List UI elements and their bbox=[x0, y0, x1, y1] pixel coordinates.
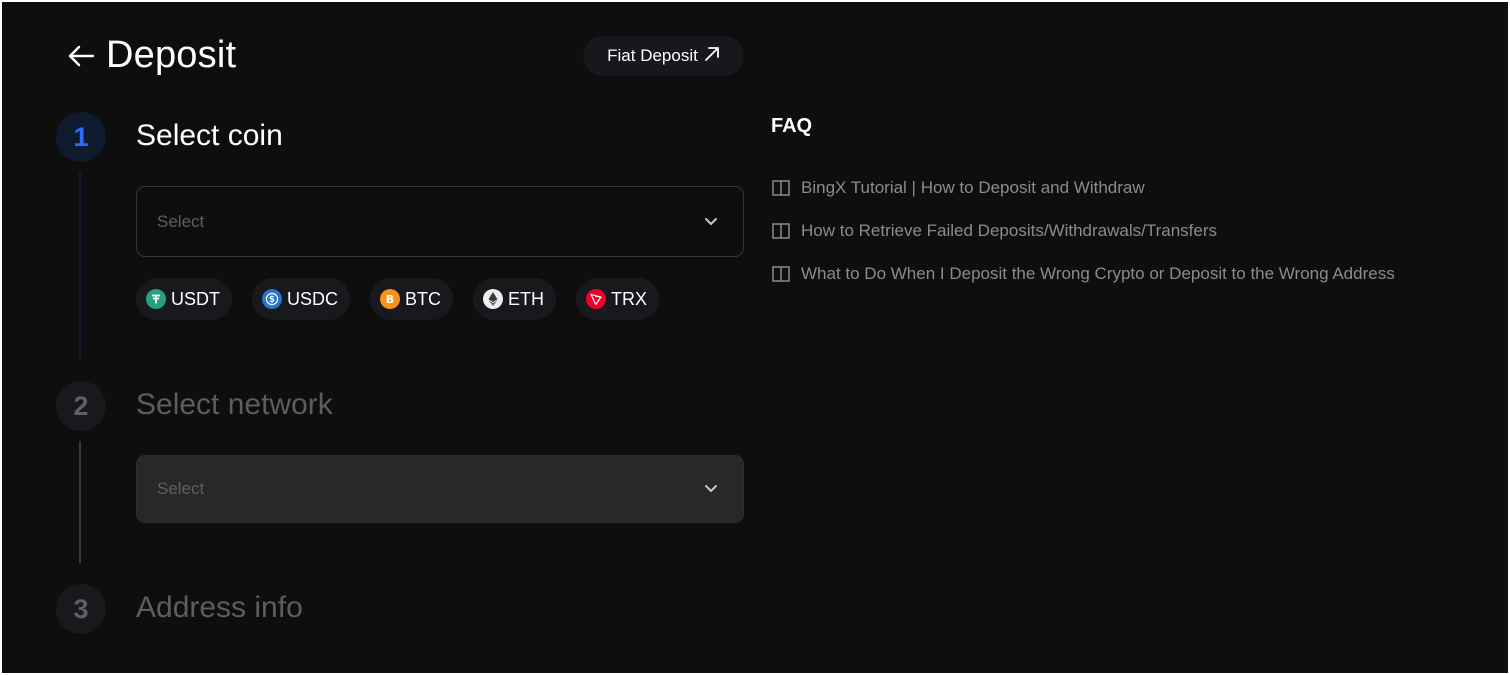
faq-item-label: What to Do When I Deposit the Wrong Cryp… bbox=[801, 263, 1395, 283]
step-3-title: Address info bbox=[136, 591, 303, 624]
book-icon bbox=[771, 221, 791, 241]
coin-symbol: BTC bbox=[405, 288, 442, 309]
coin-chip-usdt[interactable]: USDT bbox=[136, 278, 232, 320]
usd-coin-icon: $ bbox=[262, 289, 282, 309]
coin-chip-btc[interactable]: B BTC bbox=[370, 278, 454, 320]
step-1-connector bbox=[79, 172, 81, 360]
network-select[interactable]: Select bbox=[136, 455, 744, 523]
faq-item[interactable]: What to Do When I Deposit the Wrong Cryp… bbox=[771, 252, 1395, 295]
faq-item[interactable]: BingX Tutorial | How to Deposit and With… bbox=[771, 166, 1395, 209]
coin-select[interactable]: Select bbox=[136, 186, 744, 257]
faq-item-label: How to Retrieve Failed Deposits/Withdraw… bbox=[801, 220, 1218, 240]
fiat-deposit-button[interactable]: Fiat Deposit bbox=[583, 36, 744, 76]
svg-text:B: B bbox=[386, 293, 394, 306]
coin-select-placeholder: Select bbox=[157, 211, 205, 231]
deposit-page: Deposit Fiat Deposit 1 Select coin Selec… bbox=[2, 2, 1508, 673]
faq-item[interactable]: How to Retrieve Failed Deposits/Withdraw… bbox=[771, 209, 1395, 252]
arrow-up-right-icon bbox=[704, 46, 720, 67]
book-icon bbox=[771, 264, 791, 284]
step-2-connector bbox=[79, 441, 81, 563]
faq-item-label: BingX Tutorial | How to Deposit and With… bbox=[801, 177, 1145, 197]
faq-title: FAQ bbox=[771, 115, 813, 137]
arrow-left-icon[interactable] bbox=[66, 41, 96, 71]
fiat-deposit-label: Fiat Deposit bbox=[607, 46, 698, 65]
step-1-indicator: 1 bbox=[56, 112, 106, 162]
network-select-placeholder: Select bbox=[157, 479, 205, 498]
coin-chip-usdc[interactable]: $ USDC bbox=[252, 278, 351, 320]
faq-list: BingX Tutorial | How to Deposit and With… bbox=[771, 166, 1395, 295]
bitcoin-icon: B bbox=[380, 289, 401, 309]
page-title: Deposit bbox=[106, 34, 237, 76]
quick-coin-list: USDT $ USDC B BTC ETH TRX bbox=[136, 278, 660, 320]
step-2-indicator: 2 bbox=[56, 381, 106, 431]
svg-text:$: $ bbox=[269, 295, 275, 305]
chevron-down-icon bbox=[699, 210, 723, 234]
coin-symbol: TRX bbox=[611, 288, 648, 309]
chevron-down-icon bbox=[699, 477, 723, 501]
step-3-indicator: 3 bbox=[56, 584, 106, 634]
coin-symbol: ETH bbox=[508, 288, 545, 309]
book-icon bbox=[771, 178, 791, 198]
step-1-title: Select coin bbox=[136, 119, 283, 152]
coin-chip-eth[interactable]: ETH bbox=[473, 278, 557, 320]
coin-chip-trx[interactable]: TRX bbox=[576, 278, 660, 320]
tron-icon bbox=[586, 289, 607, 309]
tether-icon bbox=[146, 289, 166, 309]
ethereum-icon bbox=[483, 289, 504, 309]
coin-symbol: USDC bbox=[287, 288, 339, 309]
step-2-title: Select network bbox=[136, 388, 333, 421]
coin-symbol: USDT bbox=[171, 288, 220, 309]
page-header: Deposit bbox=[66, 34, 236, 77]
